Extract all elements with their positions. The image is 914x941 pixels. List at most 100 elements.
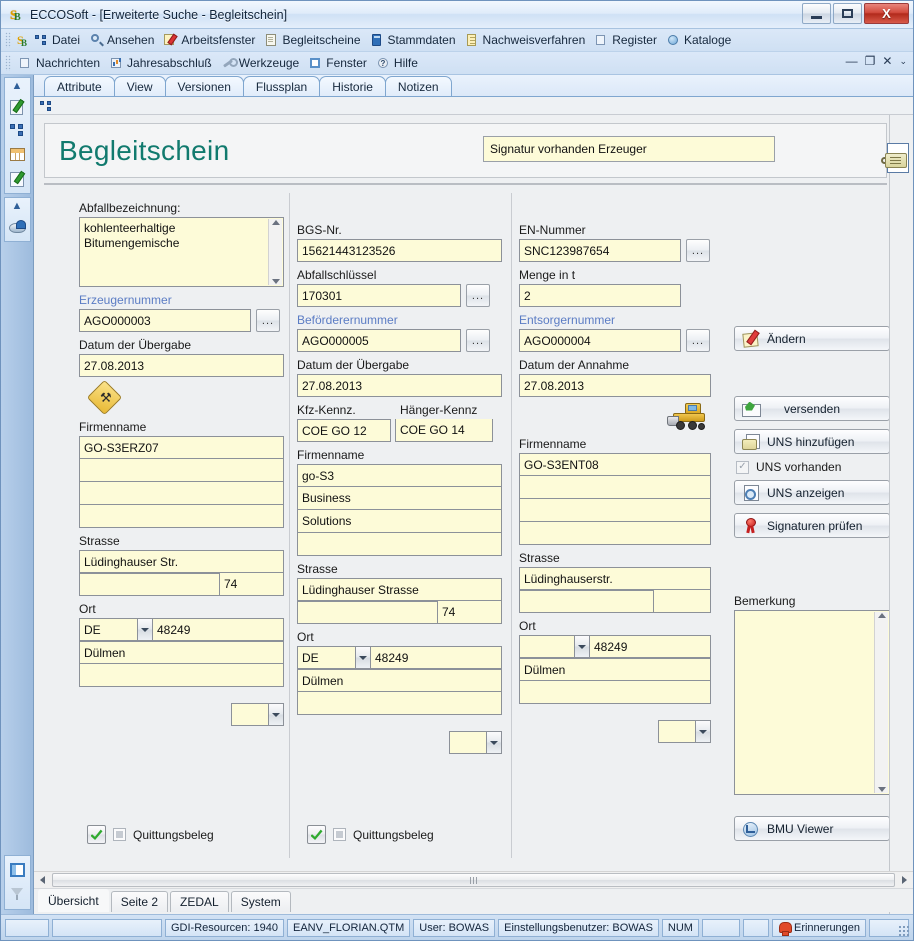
abfallschluessel-input[interactable]: 170301 xyxy=(297,284,461,307)
land-dropdown-button[interactable] xyxy=(137,618,153,641)
bottom-dropdown-input-2[interactable] xyxy=(449,731,486,754)
menu-item-jahresabschluss[interactable]: Jahresabschluß xyxy=(106,54,218,73)
strasse-input-2[interactable]: Lüdinghauser Strasse xyxy=(297,578,502,601)
menu-grip[interactable] xyxy=(5,32,11,48)
entsorgernummer-input[interactable]: AGO000004 xyxy=(519,329,681,352)
signaturen-pruefen-button[interactable]: Signaturen prüfen xyxy=(734,513,890,538)
menu-grip-2[interactable] xyxy=(5,55,11,71)
tab-notizen[interactable]: Notizen xyxy=(384,76,452,96)
land-dropdown-button-2[interactable] xyxy=(355,646,371,669)
firmenname-line-3[interactable] xyxy=(79,482,284,505)
menu-item-arbeitsfenster[interactable]: Arbeitsfenster xyxy=(160,31,261,50)
menu-item-nachweisverfahren[interactable]: Nachweisverfahren xyxy=(462,31,592,50)
firmenname2-line-4[interactable] xyxy=(297,533,502,556)
hausnummer-input-2[interactable]: 74 xyxy=(437,601,502,624)
resize-grip[interactable] xyxy=(898,925,910,937)
rail-button-filter[interactable] xyxy=(7,883,29,905)
hausnummer-input[interactable]: 74 xyxy=(219,573,284,596)
bmu-viewer-button[interactable]: BMU Viewer xyxy=(734,816,890,841)
bottom-dropdown-button-2[interactable] xyxy=(486,731,502,754)
erzeugernummer-input[interactable]: AGO000003 xyxy=(79,309,251,332)
horizontal-scrollbar[interactable] xyxy=(34,871,913,888)
strasse-input-3[interactable]: Lüdinghauserstr. xyxy=(519,567,711,590)
strasse-extra-input-2[interactable] xyxy=(297,601,437,624)
menu-item-stammdaten[interactable]: Stammdaten xyxy=(367,31,462,50)
abfallbezeichnung-textarea[interactable]: kohlenteerhaltige Bitumengemische xyxy=(79,217,284,287)
page-tab-system[interactable]: System xyxy=(230,891,291,912)
firmenname-line-4[interactable] xyxy=(79,505,284,528)
firmenname3-line-2[interactable] xyxy=(519,476,711,499)
tab-flussplan[interactable]: Flussplan xyxy=(242,76,321,96)
land-input[interactable]: DE xyxy=(79,618,137,641)
ort-extra-input-3[interactable] xyxy=(519,681,711,704)
menu-item-fenster[interactable]: Fenster xyxy=(305,54,373,73)
stadt-input-2[interactable]: Dülmen xyxy=(297,669,502,692)
scroll-down-icon[interactable] xyxy=(271,279,280,284)
versenden-button[interactable]: versenden xyxy=(734,396,890,421)
land-input-2[interactable]: DE xyxy=(297,646,355,669)
mdi-close-button[interactable]: ✕ xyxy=(882,54,892,68)
scroll-thumb[interactable] xyxy=(52,873,895,887)
hausnummer-input-3[interactable] xyxy=(653,590,711,613)
page-tab-zedal[interactable]: ZEDAL xyxy=(170,891,229,912)
bottom-dropdown-button[interactable] xyxy=(268,703,284,726)
ennummer-input[interactable]: SNC123987654 xyxy=(519,239,681,262)
scroll-up-icon[interactable] xyxy=(877,613,886,618)
befoerderernummer-input[interactable]: AGO000005 xyxy=(297,329,461,352)
strasse-extra-input-3[interactable] xyxy=(519,590,653,613)
menu-item-werkzeuge[interactable]: Werkzeuge xyxy=(218,54,305,73)
menu-item-kataloge[interactable]: Kataloge xyxy=(663,31,737,50)
mdi-restore-button[interactable]: ❐ xyxy=(865,54,876,68)
land-input-3[interactable] xyxy=(519,635,574,658)
page-tab-uebersicht[interactable]: Übersicht xyxy=(38,889,109,912)
ort-extra-input[interactable] xyxy=(79,664,284,687)
firmenname2-line-3[interactable]: Solutions xyxy=(297,510,502,533)
label-tag-icon[interactable] xyxy=(881,143,909,173)
rail-button-table[interactable] xyxy=(6,143,28,165)
chevron-up-icon[interactable]: ▲ xyxy=(12,80,23,94)
plz-input-3[interactable]: 48249 xyxy=(590,635,711,658)
scroll-left-button[interactable] xyxy=(34,873,51,888)
befoerderernummer-browse-button[interactable]: ... xyxy=(466,329,490,352)
mdi-minimize-button[interactable]: — xyxy=(846,54,858,68)
abfallbezeichnung-scrollbar[interactable] xyxy=(268,219,282,285)
rail-button-edit-document[interactable] xyxy=(6,95,28,117)
page-tab-seite-2[interactable]: Seite 2 xyxy=(110,891,169,912)
firmenname2-line-1[interactable]: go-S3 xyxy=(297,464,502,487)
menu-item-begleitscheine[interactable]: Begleitscheine xyxy=(261,31,366,50)
plz-input-2[interactable]: 48249 xyxy=(371,646,502,669)
rail-button-disc[interactable] xyxy=(6,215,28,237)
firmenname-line-1[interactable]: GO-S3ERZ07 xyxy=(79,436,284,459)
bgsnr-input[interactable]: 15621443123526 xyxy=(297,239,502,262)
maximize-button[interactable] xyxy=(833,3,862,24)
stadt-input[interactable]: Dülmen xyxy=(79,641,284,664)
tab-view[interactable]: View xyxy=(113,76,166,96)
aendern-button[interactable]: Ändern xyxy=(734,326,890,351)
kfz-kennz-input[interactable]: COE GO 12 xyxy=(297,419,391,442)
strasse-input[interactable]: Lüdinghauser Str. xyxy=(79,550,284,573)
haenger-kennz-input[interactable]: COE GO 14 xyxy=(395,419,493,442)
firmenname3-line-3[interactable] xyxy=(519,499,711,522)
ennummer-browse-button[interactable]: ... xyxy=(686,239,710,262)
tab-historie[interactable]: Historie xyxy=(319,76,386,96)
bemerkung-textarea[interactable] xyxy=(734,610,890,795)
datum-uebergabe-input[interactable]: 27.08.2013 xyxy=(79,354,284,377)
network-small-icon[interactable] xyxy=(40,99,54,113)
bemerkung-scrollbar[interactable] xyxy=(874,612,888,793)
scroll-down-icon[interactable] xyxy=(877,787,886,792)
firmenname2-line-2[interactable]: Business xyxy=(297,487,502,510)
uns-hinzufuegen-button[interactable]: UNS hinzufügen xyxy=(734,429,890,454)
bottom-dropdown-input-3[interactable] xyxy=(658,720,695,743)
green-check-button-2[interactable] xyxy=(307,825,326,844)
scroll-up-icon[interactable] xyxy=(271,220,280,225)
green-check-button-1[interactable] xyxy=(87,825,106,844)
datum-annahme-input[interactable]: 27.08.2013 xyxy=(519,374,711,397)
status-reminders[interactable]: Erinnerungen xyxy=(771,918,867,937)
rail-button-note[interactable] xyxy=(6,167,28,189)
plz-input[interactable]: 48249 xyxy=(153,618,284,641)
rail-button-window[interactable] xyxy=(7,859,29,881)
abfallschluessel-browse-button[interactable]: ... xyxy=(466,284,490,307)
bottom-dropdown-button-3[interactable] xyxy=(695,720,711,743)
menu-item-datei[interactable]: Datei xyxy=(31,31,86,50)
menge-input[interactable]: 2 xyxy=(519,284,681,307)
